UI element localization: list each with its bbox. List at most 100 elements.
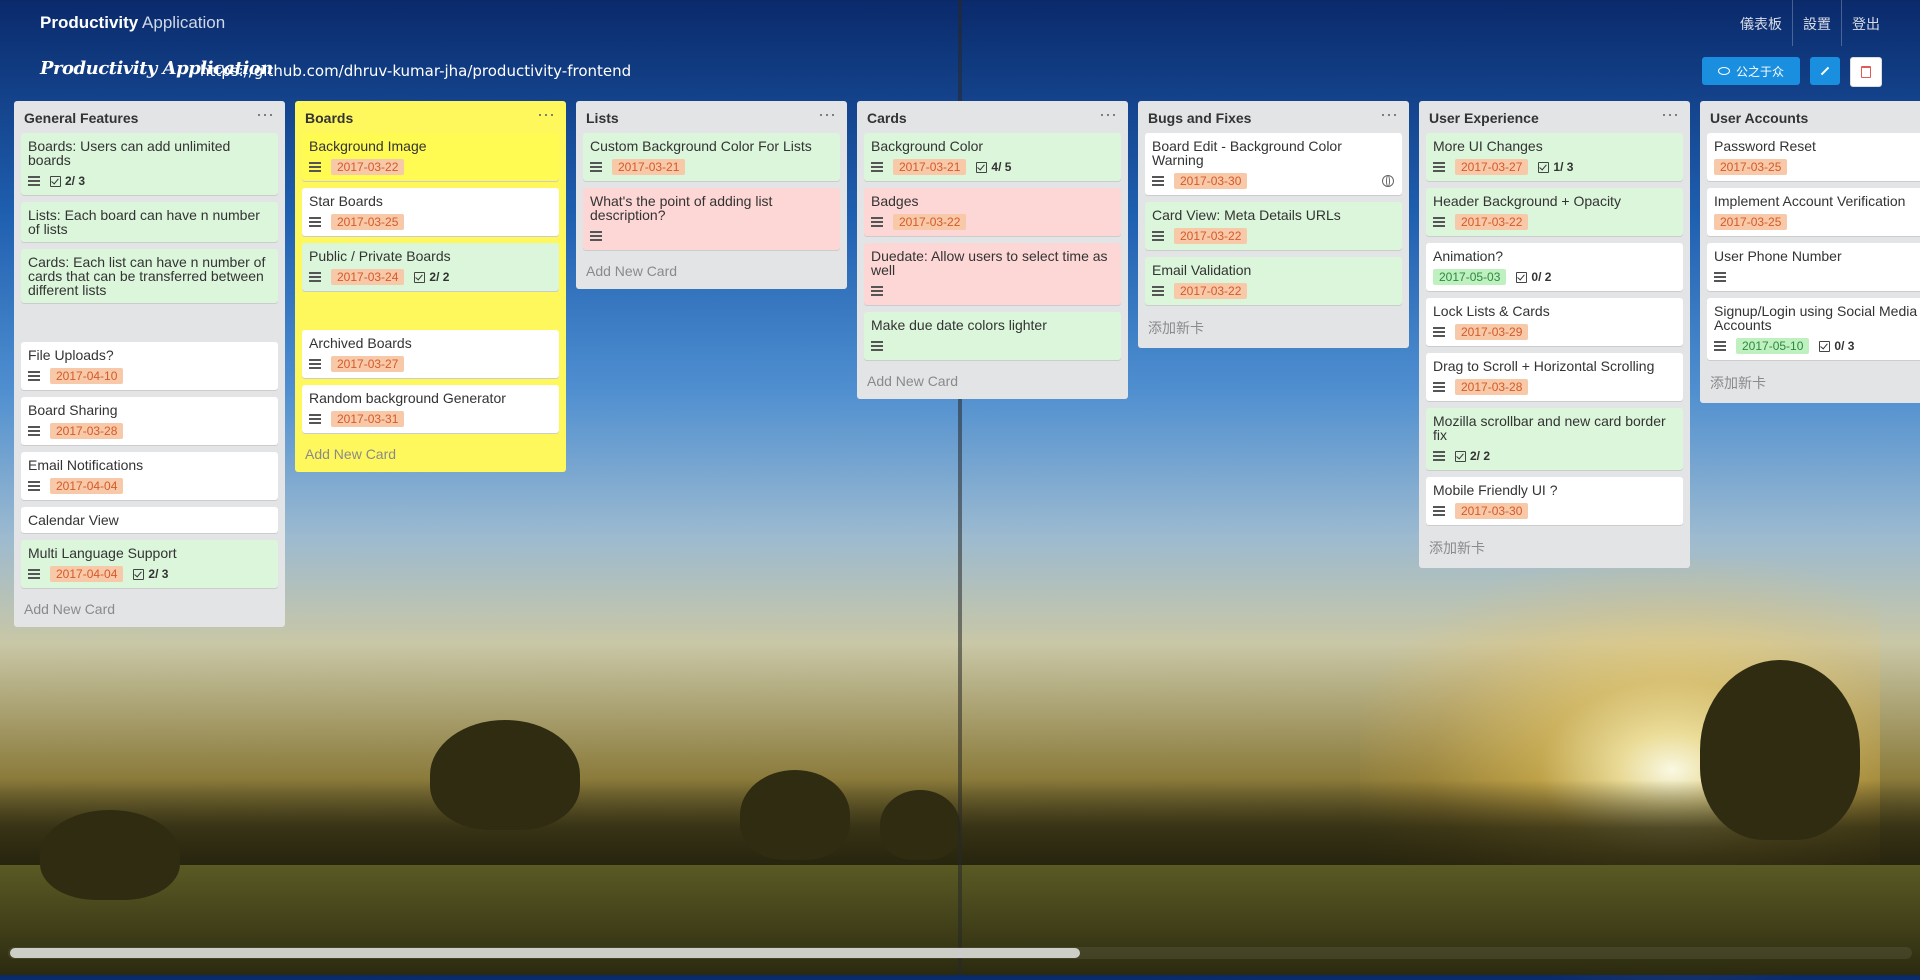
share-public-button[interactable]: 公之于众 bbox=[1702, 57, 1800, 85]
card[interactable]: Password Reset 2017-03-25 bbox=[1707, 133, 1920, 181]
app-brand[interactable]: Productivity Application bbox=[40, 13, 225, 33]
nav-dashboard[interactable]: 儀表板 bbox=[1730, 0, 1792, 46]
card[interactable]: Duedate: Allow users to select time as w… bbox=[864, 243, 1121, 305]
card[interactable]: Card View: Meta Details URLs 2017-03-22 bbox=[1145, 202, 1402, 250]
card[interactable]: Board Edit - Background Color Warning 201… bbox=[1145, 133, 1402, 195]
card-title: Boards: Users can add unlimited boards bbox=[28, 138, 231, 168]
card[interactable]: File Uploads? 2017-04-10 bbox=[21, 342, 278, 390]
card[interactable]: More UI Changes 2017-03-27 1/ 3 bbox=[1426, 133, 1683, 181]
horizontal-scrollbar-thumb[interactable] bbox=[10, 948, 1080, 958]
trash-icon bbox=[1861, 66, 1871, 78]
checklist-icon bbox=[414, 271, 426, 283]
card[interactable]: Public / Private Boards 2017-03-24 2/ 2 bbox=[302, 243, 559, 291]
card[interactable]: Mobile Friendly UI ? 2017-03-30 bbox=[1426, 477, 1683, 525]
card[interactable]: Header Background + Opacity 2017-03-22 bbox=[1426, 188, 1683, 236]
card[interactable]: Board Sharing 2017-03-28 bbox=[21, 397, 278, 445]
list-header[interactable]: Cards ⋯ bbox=[857, 101, 1128, 133]
add-new-card-button[interactable]: Add New Card bbox=[295, 440, 566, 472]
card-badges: 2017-03-21 4/ 5 bbox=[871, 159, 1114, 175]
more-options-icon[interactable]: ⋯ bbox=[537, 105, 556, 126]
list-general-features[interactable]: General Features ⋯ Boards: Users can add u… bbox=[14, 101, 285, 627]
checklist-count: 2/ 3 bbox=[148, 567, 169, 581]
list-cards[interactable]: Cards ⋯ Background Color 2017-03-21 4/ 5 Badg… bbox=[857, 101, 1128, 399]
description-icon bbox=[309, 161, 321, 173]
nav-logout[interactable]: 登出 bbox=[1841, 0, 1890, 46]
card[interactable]: Multi Language Support 2017-04-04 2/ 3 bbox=[21, 540, 278, 588]
card-title: Background Image bbox=[309, 138, 427, 154]
description-icon bbox=[28, 425, 40, 437]
description-icon bbox=[1433, 381, 1445, 393]
card-badges: 2017-03-25 bbox=[309, 214, 552, 230]
list-boards[interactable]: Boards ⋯ Background Image 2017-03-22 Star Bo… bbox=[295, 101, 566, 472]
card-container: Boards: Users can add unlimited boards 2/… bbox=[14, 133, 285, 588]
card[interactable]: Mozilla scrollbar and new card border fi… bbox=[1426, 408, 1683, 470]
list-header[interactable]: User Experience ⋯ bbox=[1419, 101, 1690, 133]
card[interactable]: Badges 2017-03-22 bbox=[864, 188, 1121, 236]
card-badges: 2017-03-30 bbox=[1433, 503, 1676, 519]
checklist-icon bbox=[50, 175, 61, 187]
card[interactable]: Calendar View bbox=[21, 507, 278, 533]
delete-board-button[interactable] bbox=[1850, 57, 1882, 87]
list-header[interactable]: User Accounts⋯ bbox=[1700, 101, 1920, 133]
list-lists[interactable]: Lists ⋯ Custom Background Color For Lists 2… bbox=[576, 101, 847, 289]
card[interactable]: Boards: Users can add unlimited boards 2/… bbox=[21, 133, 278, 195]
due-date-badge: 2017-03-29 bbox=[1455, 324, 1529, 340]
card[interactable]: Drag to Scroll + Horizontal Scrolling 201… bbox=[1426, 353, 1683, 401]
more-options-icon[interactable]: ⋯ bbox=[256, 105, 275, 126]
card-title: What's the point of adding list descript… bbox=[590, 193, 773, 223]
card[interactable]: Archived Boards 2017-03-27 bbox=[302, 330, 559, 378]
list-title: Bugs and Fixes bbox=[1148, 110, 1252, 126]
list-header[interactable]: General Features ⋯ bbox=[14, 101, 285, 133]
more-options-icon[interactable]: ⋯ bbox=[1099, 105, 1118, 126]
edit-board-button[interactable] bbox=[1810, 57, 1840, 85]
add-new-card-button[interactable]: 添加新卡 bbox=[1700, 367, 1920, 403]
list-user-experience[interactable]: User Experience ⋯ More UI Changes 2017-03-2… bbox=[1419, 101, 1690, 568]
card-container: Password Reset 2017-03-25 Implement Accoun… bbox=[1700, 133, 1920, 360]
more-options-icon[interactable]: ⋯ bbox=[818, 105, 837, 126]
add-new-card-button[interactable]: Add New Card bbox=[857, 367, 1128, 399]
list-header[interactable]: Boards ⋯ bbox=[295, 101, 566, 133]
list-bugs-and-fixes[interactable]: Bugs and Fixes ⋯ Board Edit - Background C… bbox=[1138, 101, 1409, 348]
card-badges bbox=[590, 228, 833, 244]
card[interactable]: Lists: Each board can have n number of l… bbox=[21, 202, 278, 242]
description-icon bbox=[309, 358, 321, 370]
card[interactable]: Star Boards 2017-03-25 bbox=[302, 188, 559, 236]
background-tree bbox=[430, 720, 580, 830]
card[interactable]: Background Image 2017-03-22 bbox=[302, 133, 559, 181]
more-options-icon[interactable]: ⋯ bbox=[1661, 105, 1680, 126]
card[interactable]: Animation? 2017-05-03 0/ 2 bbox=[1426, 243, 1683, 291]
card-title: Background Color bbox=[871, 138, 984, 154]
add-new-card-button[interactable]: 添加新卡 bbox=[1138, 312, 1409, 348]
card[interactable]: Email Validation 2017-03-22 bbox=[1145, 257, 1402, 305]
card-badges: 2017-03-29 bbox=[1433, 324, 1676, 340]
card[interactable]: Custom Background Color For Lists 2017-03… bbox=[583, 133, 840, 181]
checklist-count: 4/ 5 bbox=[991, 160, 1012, 174]
card[interactable]: What's the point of adding list descript… bbox=[583, 188, 840, 250]
card[interactable]: Cards: Each list can have n number of ca… bbox=[21, 249, 278, 303]
list-header[interactable]: Bugs and Fixes ⋯ bbox=[1138, 101, 1409, 133]
add-new-card-button[interactable]: Add New Card bbox=[14, 595, 285, 627]
card[interactable]: Email Notifications 2017-04-04 bbox=[21, 452, 278, 500]
card-title: Mozilla scrollbar and new card border fi… bbox=[1433, 413, 1666, 443]
card-badges: 2017-03-22 bbox=[871, 214, 1114, 230]
card[interactable]: Signup/Login using Social Media Accounts… bbox=[1707, 298, 1920, 360]
list-header[interactable]: Lists ⋯ bbox=[576, 101, 847, 133]
checklist-count: 2/ 3 bbox=[65, 174, 86, 188]
add-new-card-button[interactable]: Add New Card bbox=[576, 257, 847, 289]
card[interactable]: Lock Lists & Cards 2017-03-29 bbox=[1426, 298, 1683, 346]
more-options-icon[interactable]: ⋯ bbox=[1380, 105, 1399, 126]
description-icon bbox=[1433, 326, 1445, 338]
card-badges: 2017-03-27 1/ 3 bbox=[1433, 159, 1676, 175]
board-description-url[interactable]: https://github.com/dhruv-kumar-jha/produ… bbox=[200, 62, 631, 80]
add-new-card-button[interactable]: 添加新卡 bbox=[1419, 532, 1690, 568]
card[interactable]: Implement Account Verification 2017-03-25 bbox=[1707, 188, 1920, 236]
card[interactable]: Make due date colors lighter bbox=[864, 312, 1121, 360]
list-title: General Features bbox=[24, 110, 139, 126]
due-date-badge: 2017-04-10 bbox=[50, 368, 124, 384]
list-user-accounts[interactable]: User Accounts⋯Password Reset2017-03-25 Im… bbox=[1700, 101, 1920, 403]
card[interactable]: User Phone Number bbox=[1707, 243, 1920, 291]
nav-settings[interactable]: 設置 bbox=[1792, 0, 1841, 46]
card[interactable]: Background Color 2017-03-21 4/ 5 bbox=[864, 133, 1121, 181]
card-badges: 2017-04-04 bbox=[28, 478, 271, 494]
card[interactable]: Random background Generator 2017-03-31 bbox=[302, 385, 559, 433]
